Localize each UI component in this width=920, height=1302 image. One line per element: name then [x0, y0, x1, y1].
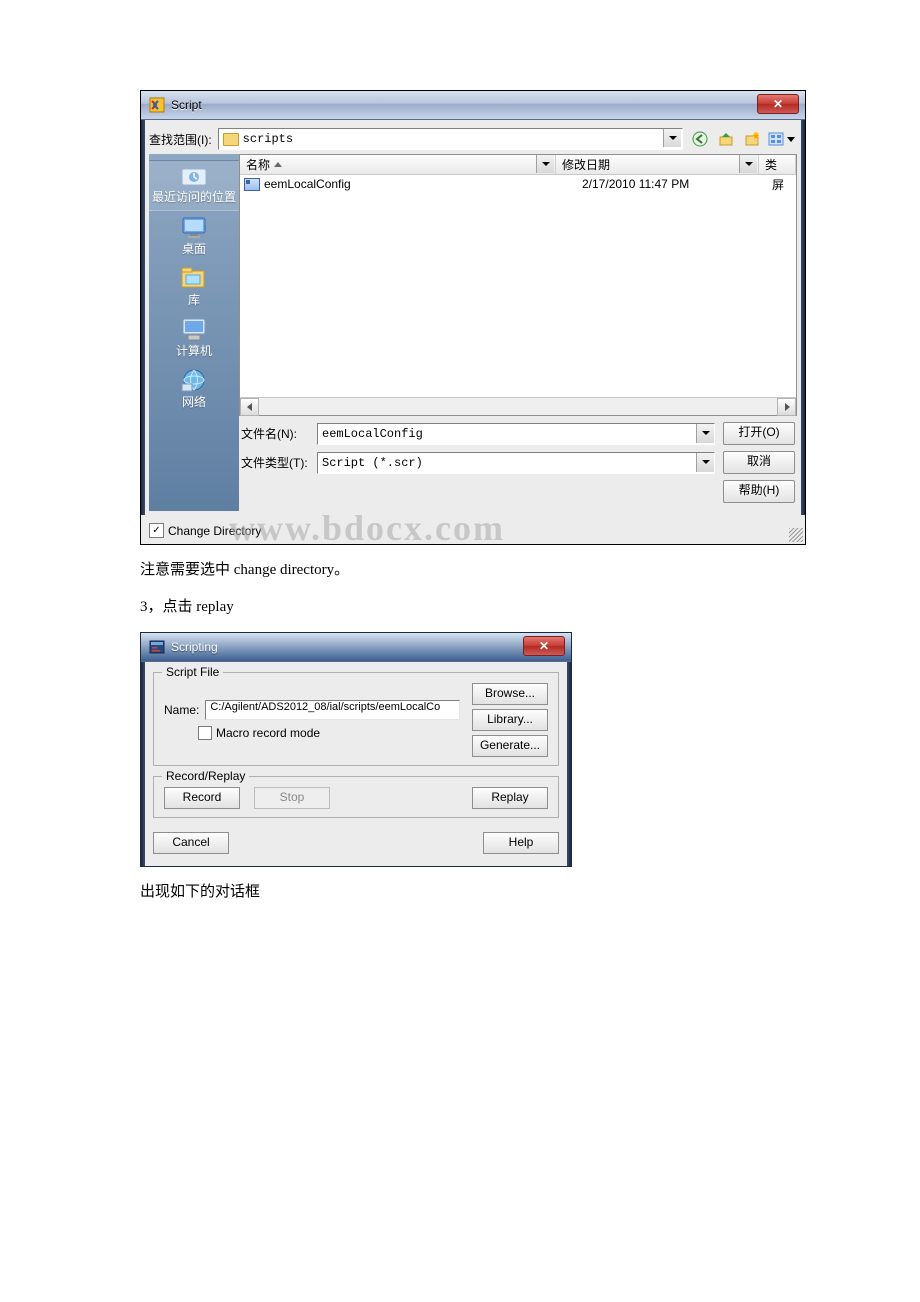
scroll-right-icon[interactable] [777, 398, 796, 416]
sort-asc-icon [274, 162, 282, 167]
title-label: Script [171, 98, 202, 112]
list-header: 名称 修改日期 类 [240, 155, 796, 175]
up-one-level-button[interactable] [715, 129, 737, 149]
desktop-icon [178, 213, 210, 241]
look-in-combo[interactable]: scripts [218, 128, 683, 150]
title-label: Scripting [171, 640, 218, 654]
computer-icon [178, 315, 210, 343]
recent-places-icon [178, 161, 210, 189]
help-button[interactable]: 帮助(H) [723, 480, 795, 503]
group-legend: Record/Replay [162, 769, 249, 783]
scripting-dialog: Scripting ✕ Script File Name: C:/Agilent… [140, 632, 572, 867]
library-button[interactable]: Library... [472, 709, 548, 731]
browse-button[interactable]: Browse... [472, 683, 548, 705]
titlebar: Script ✕ [141, 91, 805, 120]
help-button[interactable]: Help [483, 832, 559, 854]
close-button[interactable]: ✕ [757, 94, 799, 114]
filetype-label: 文件类型(T): [241, 454, 309, 471]
sidebar-item-desktop[interactable]: 桌面 [149, 213, 239, 262]
generate-button[interactable]: Generate... [472, 735, 548, 757]
horizontal-scrollbar[interactable] [240, 397, 796, 415]
macro-record-checkbox[interactable] [198, 726, 212, 740]
chevron-down-icon[interactable] [696, 453, 714, 472]
record-replay-group: Record/Replay Record Stop Replay [153, 776, 559, 818]
titlebar: Scripting ✕ [141, 633, 571, 662]
instruction-step-3: 3，点击 replay [140, 596, 780, 619]
sidebar-item-network[interactable]: 网络 [149, 366, 239, 415]
change-directory-label: Change Directory [168, 524, 261, 538]
column-name[interactable]: 名称 [240, 155, 556, 174]
sidebar-item-computer[interactable]: 计算机 [149, 315, 239, 364]
network-icon [178, 366, 210, 394]
script-open-dialog: Script ✕ 查找范围(I): scripts 最近访问的位置 [140, 90, 806, 545]
back-button[interactable] [689, 129, 711, 149]
filename-input[interactable]: eemLocalConfig [317, 423, 715, 445]
filename-label: 文件名(N): [241, 425, 309, 442]
instruction-note-2: 出现如下的对话框 [140, 881, 780, 904]
script-name-input[interactable]: C:/Agilent/ADS2012_08/ial/scripts/eemLoc… [205, 700, 460, 720]
change-directory-row: ✓ Change Directory www.bdocx.com [141, 515, 805, 544]
chevron-down-icon[interactable] [536, 155, 554, 173]
folder-icon [223, 133, 239, 146]
chevron-down-icon[interactable] [739, 155, 757, 173]
sidebar-item-recent[interactable]: 最近访问的位置 [149, 160, 239, 211]
view-menu-button[interactable] [767, 129, 797, 149]
library-icon [178, 264, 210, 292]
stop-button: Stop [254, 787, 330, 809]
group-legend: Script File [162, 665, 223, 679]
file-row[interactable]: eemLocalConfig 2/17/2010 11:47 PM 屏 [240, 175, 796, 193]
sidebar-item-library[interactable]: 库 [149, 264, 239, 313]
change-directory-checkbox[interactable]: ✓ [149, 523, 164, 538]
column-date[interactable]: 修改日期 [556, 155, 759, 174]
chevron-down-icon[interactable] [696, 424, 714, 443]
new-folder-button[interactable] [741, 129, 763, 149]
filetype-combo[interactable]: Script (*.scr) [317, 452, 715, 474]
macro-record-label: Macro record mode [216, 726, 320, 740]
cancel-button[interactable]: Cancel [153, 832, 229, 854]
close-button[interactable]: ✕ [523, 636, 565, 656]
look-in-label: 查找范围(I): [149, 131, 212, 148]
record-button[interactable]: Record [164, 787, 240, 809]
resize-grip-icon[interactable] [789, 528, 803, 542]
scripting-app-icon [149, 639, 165, 655]
script-file-group: Script File Name: C:/Agilent/ADS2012_08/… [153, 672, 559, 766]
nav-toolbar [689, 129, 797, 149]
column-type[interactable]: 类 [759, 155, 796, 174]
instruction-note-1: 注意需要选中 change directory。 [140, 559, 780, 582]
script-file-icon [244, 178, 260, 191]
macro-record-row: Macro record mode [198, 726, 460, 740]
places-sidebar: 最近访问的位置 桌面 库 计算机 网络 [149, 154, 239, 511]
replay-button[interactable]: Replay [472, 787, 548, 809]
scroll-left-icon[interactable] [240, 398, 259, 416]
file-list: 名称 修改日期 类 [239, 154, 797, 416]
cancel-button[interactable]: 取消 [723, 451, 795, 474]
open-button[interactable]: 打开(O) [723, 422, 795, 445]
script-app-icon [149, 97, 165, 113]
chevron-down-icon[interactable] [663, 129, 681, 147]
name-label: Name: [164, 703, 199, 717]
